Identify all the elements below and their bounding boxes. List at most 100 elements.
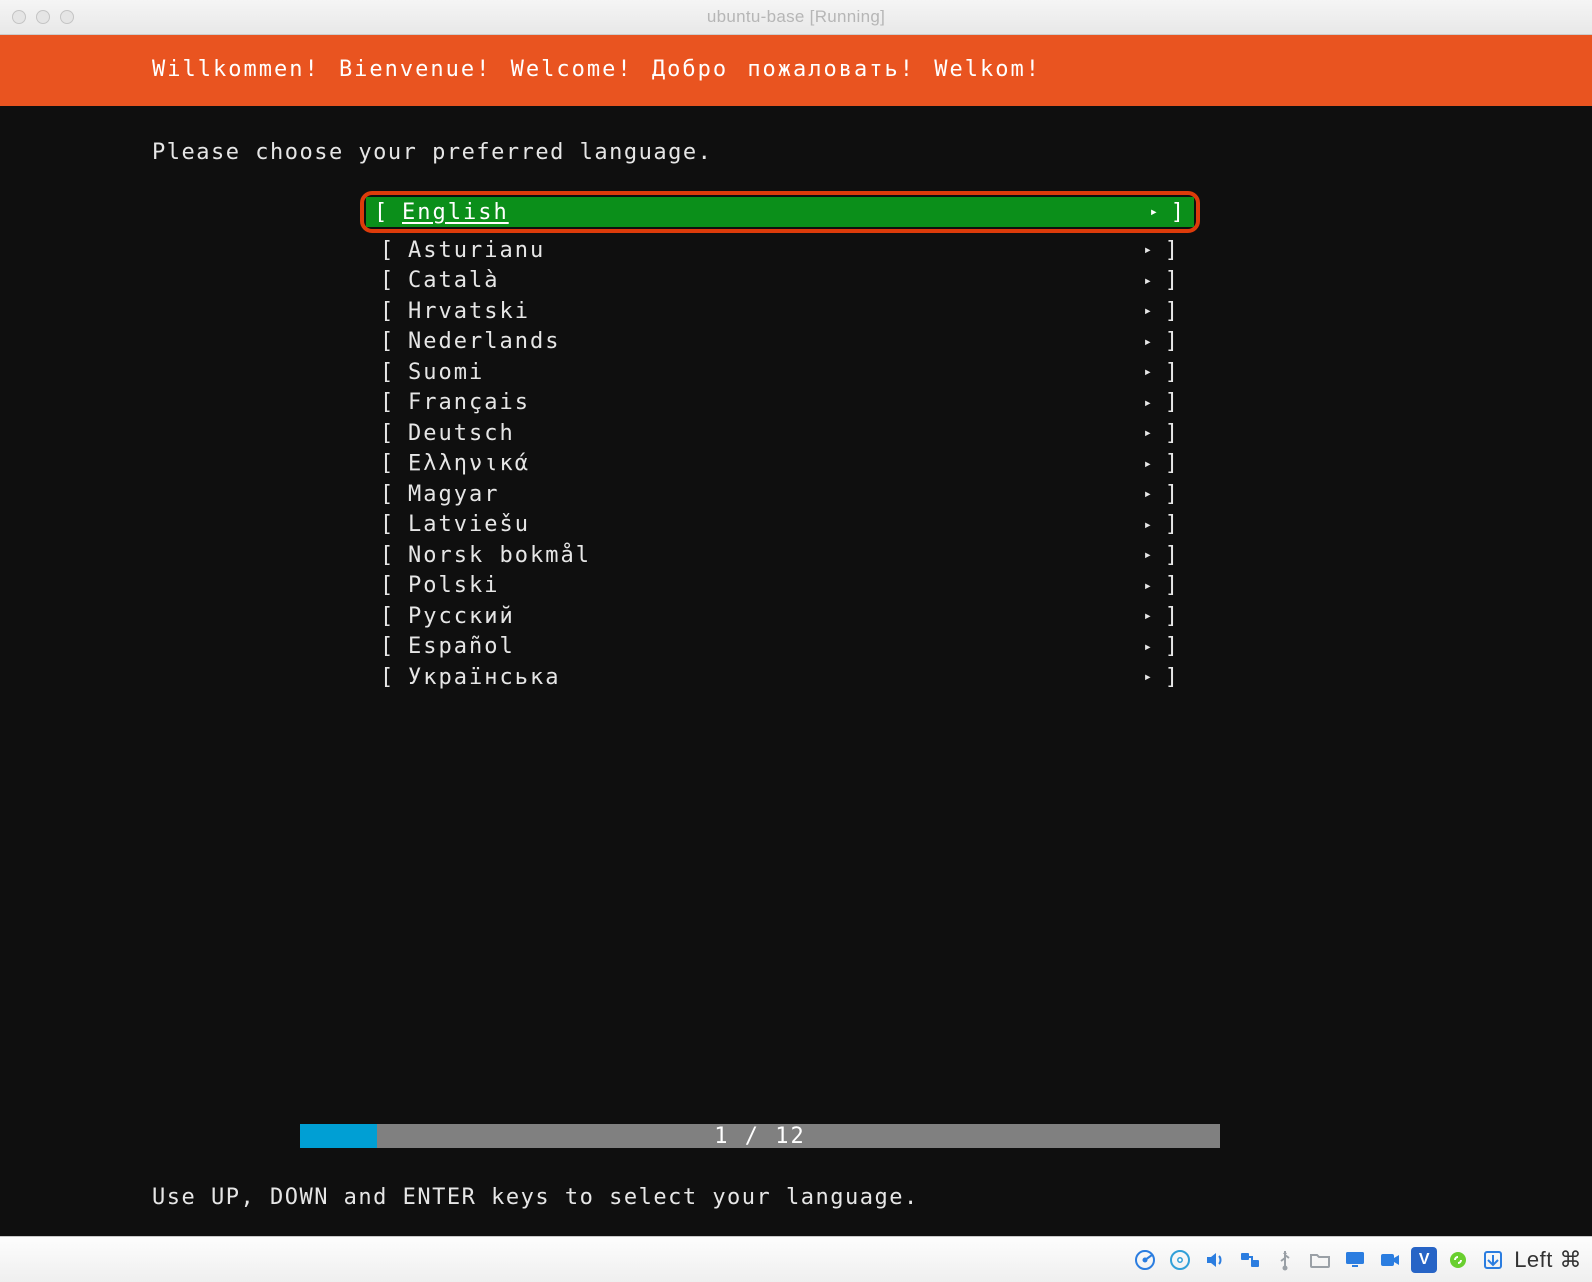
language-name: Latviešu bbox=[408, 512, 1144, 537]
language-item[interactable]: [Asturianu▸] bbox=[372, 235, 1188, 266]
language-item[interactable]: [Українська▸] bbox=[372, 662, 1188, 693]
chevron-right-icon: ▸ bbox=[1144, 517, 1154, 533]
progress-area: 1 / 12 bbox=[300, 1124, 1220, 1148]
chevron-right-icon: ▸ bbox=[1144, 639, 1154, 655]
language-name: Magyar bbox=[408, 482, 1144, 507]
window-titlebar: ubuntu-base [Running] bbox=[0, 0, 1592, 35]
bracket-left: [ bbox=[380, 238, 408, 263]
bracket-right: ] bbox=[1164, 390, 1180, 415]
bracket-right: ] bbox=[1164, 512, 1180, 537]
language-name: Ελληνικά bbox=[408, 451, 1144, 476]
language-item[interactable]: [Русский▸] bbox=[372, 601, 1188, 632]
language-name: Русский bbox=[408, 604, 1144, 629]
language-name: Français bbox=[408, 390, 1144, 415]
bracket-left: [ bbox=[380, 482, 408, 507]
bracket-right: ] bbox=[1164, 543, 1180, 568]
chevron-right-icon: ▸ bbox=[1144, 669, 1154, 685]
language-item[interactable]: [Español▸] bbox=[372, 632, 1188, 663]
audio-icon[interactable] bbox=[1201, 1246, 1229, 1274]
bracket-left: [ bbox=[380, 604, 408, 629]
language-name: Українська bbox=[408, 665, 1144, 690]
chevron-right-icon: ▸ bbox=[1144, 486, 1154, 502]
vm-display: Willkommen! Bienvenue! Welcome! Добро по… bbox=[0, 35, 1592, 1236]
window-title: ubuntu-base [Running] bbox=[0, 7, 1592, 27]
language-list[interactable]: [ English ▸ ] [Asturianu▸][Català▸][Hrva… bbox=[372, 191, 1188, 693]
bracket-left: [ bbox=[380, 360, 408, 385]
bracket-right: ] bbox=[1164, 451, 1180, 476]
bracket-left: [ bbox=[380, 543, 408, 568]
language-name: Norsk bokmål bbox=[408, 543, 1144, 568]
bracket-right: ] bbox=[1164, 604, 1180, 629]
hard-disk-icon[interactable] bbox=[1131, 1246, 1159, 1274]
progress-bar: 1 / 12 bbox=[300, 1124, 1220, 1148]
bracket-left: [ bbox=[374, 200, 402, 225]
bracket-left: [ bbox=[380, 573, 408, 598]
bracket-right: ] bbox=[1164, 329, 1180, 354]
chevron-right-icon: ▸ bbox=[1144, 425, 1154, 441]
language-item-selected[interactable]: [ English ▸ ] bbox=[366, 197, 1194, 227]
bracket-left: [ bbox=[380, 299, 408, 324]
welcome-header: Willkommen! Bienvenue! Welcome! Добро по… bbox=[0, 35, 1592, 106]
bracket-right: ] bbox=[1164, 634, 1180, 659]
chevron-right-icon: ▸ bbox=[1144, 547, 1154, 563]
language-item[interactable]: [Català▸] bbox=[372, 266, 1188, 297]
language-item[interactable]: [Latviešu▸] bbox=[372, 510, 1188, 541]
chevron-right-icon: ▸ bbox=[1144, 395, 1154, 411]
bracket-left: [ bbox=[380, 512, 408, 537]
usb-icon[interactable] bbox=[1271, 1246, 1299, 1274]
bracket-right: ] bbox=[1164, 665, 1180, 690]
capture-indicator[interactable]: V bbox=[1411, 1247, 1437, 1273]
bracket-left: [ bbox=[380, 421, 408, 446]
language-item[interactable]: [Deutsch▸] bbox=[372, 418, 1188, 449]
bracket-left: [ bbox=[380, 268, 408, 293]
language-name: Deutsch bbox=[408, 421, 1144, 446]
bracket-left: [ bbox=[380, 390, 408, 415]
mouse-integration-icon[interactable] bbox=[1479, 1246, 1507, 1274]
bracket-left: [ bbox=[380, 665, 408, 690]
shared-folder-icon[interactable] bbox=[1306, 1246, 1334, 1274]
bracket-right: ] bbox=[1164, 268, 1180, 293]
chevron-right-icon: ▸ bbox=[1144, 334, 1154, 350]
language-item[interactable]: [Suomi▸] bbox=[372, 357, 1188, 388]
bracket-right: ] bbox=[1164, 421, 1180, 446]
bracket-right: ] bbox=[1164, 238, 1180, 263]
language-item[interactable]: [Polski▸] bbox=[372, 571, 1188, 602]
language-name: Nederlands bbox=[408, 329, 1144, 354]
prompt-text: Please choose your preferred language. bbox=[152, 140, 1592, 165]
bracket-right: ] bbox=[1164, 299, 1180, 324]
chevron-right-icon: ▸ bbox=[1144, 364, 1154, 380]
language-name: Asturianu bbox=[408, 238, 1144, 263]
bracket-left: [ bbox=[380, 451, 408, 476]
language-item[interactable]: [Nederlands▸] bbox=[372, 327, 1188, 358]
bracket-right: ] bbox=[1164, 360, 1180, 385]
progress-label: 1 / 12 bbox=[300, 1124, 1220, 1148]
vm-statusbar: V Left ⌘ bbox=[0, 1236, 1592, 1282]
display-icon[interactable] bbox=[1341, 1246, 1369, 1274]
optical-disk-icon[interactable] bbox=[1166, 1246, 1194, 1274]
language-name: Español bbox=[408, 634, 1144, 659]
bracket-right: ] bbox=[1164, 573, 1180, 598]
language-name: Suomi bbox=[408, 360, 1144, 385]
chevron-right-icon: ▸ bbox=[1144, 456, 1154, 472]
chevron-right-icon: ▸ bbox=[1144, 608, 1154, 624]
selected-highlight: [ English ▸ ] bbox=[360, 191, 1200, 233]
bracket-right: ] bbox=[1164, 482, 1180, 507]
seamless-icon[interactable] bbox=[1444, 1246, 1472, 1274]
network-icon[interactable] bbox=[1236, 1246, 1264, 1274]
bracket-left: [ bbox=[380, 329, 408, 354]
language-item[interactable]: [Magyar▸] bbox=[372, 479, 1188, 510]
language-item[interactable]: [Hrvatski▸] bbox=[372, 296, 1188, 327]
recording-icon[interactable] bbox=[1376, 1246, 1404, 1274]
language-item[interactable]: [Français▸] bbox=[372, 388, 1188, 419]
language-item[interactable]: [Ελληνικά▸] bbox=[372, 449, 1188, 480]
language-name: Català bbox=[408, 268, 1144, 293]
language-name: Polski bbox=[408, 573, 1144, 598]
chevron-right-icon: ▸ bbox=[1144, 273, 1154, 289]
language-item[interactable]: [Norsk bokmål▸] bbox=[372, 540, 1188, 571]
hint-text: Use UP, DOWN and ENTER keys to select yo… bbox=[152, 1185, 919, 1210]
chevron-right-icon: ▸ bbox=[1150, 204, 1160, 220]
host-key-label: Left ⌘ bbox=[1514, 1247, 1582, 1273]
bracket-right: ] bbox=[1170, 200, 1186, 225]
bracket-left: [ bbox=[380, 634, 408, 659]
language-name: English bbox=[402, 200, 1150, 225]
